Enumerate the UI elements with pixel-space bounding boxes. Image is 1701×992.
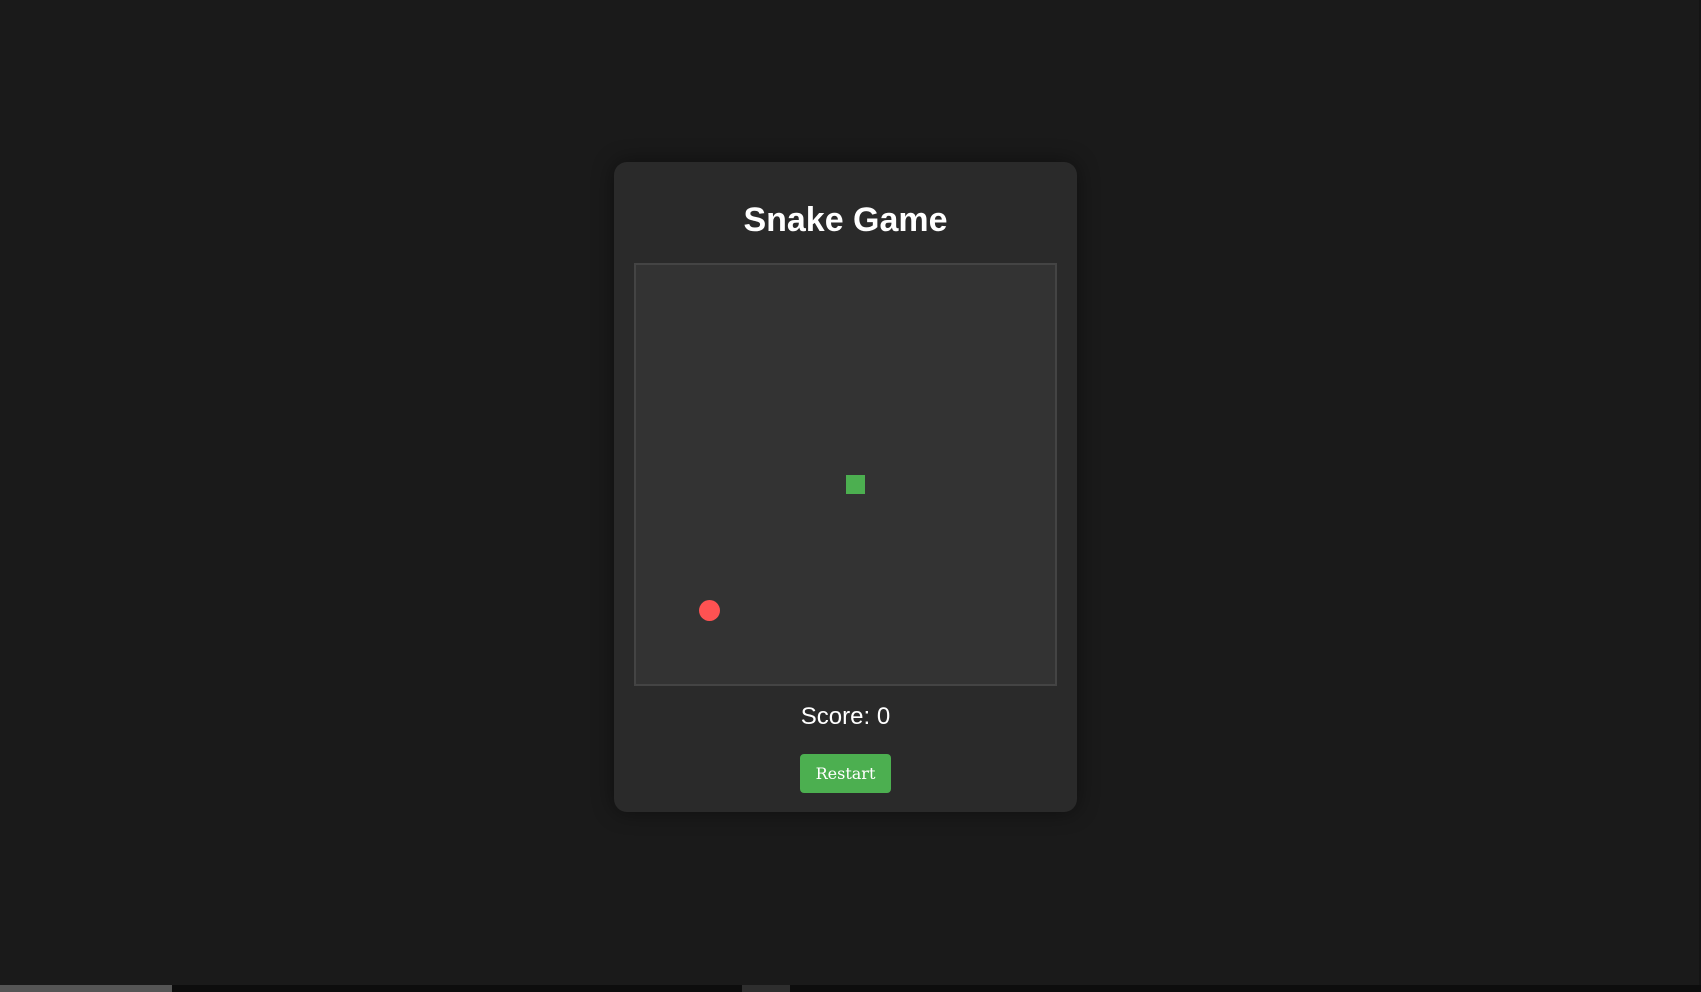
taskbar-strip <box>0 985 1701 992</box>
taskbar-item[interactable] <box>742 985 790 992</box>
page: Snake Game Score: 0 Restart <box>0 0 1701 992</box>
game-title: Snake Game <box>743 201 948 239</box>
food-apple <box>698 600 720 622</box>
game-card: Snake Game Score: 0 Restart <box>614 162 1077 812</box>
score-display: Score: 0 <box>800 703 891 730</box>
snake-head <box>845 474 866 495</box>
restart-button[interactable]: Restart <box>800 754 891 793</box>
scrollbar-thumb[interactable] <box>0 985 172 992</box>
game-board[interactable] <box>634 263 1057 686</box>
